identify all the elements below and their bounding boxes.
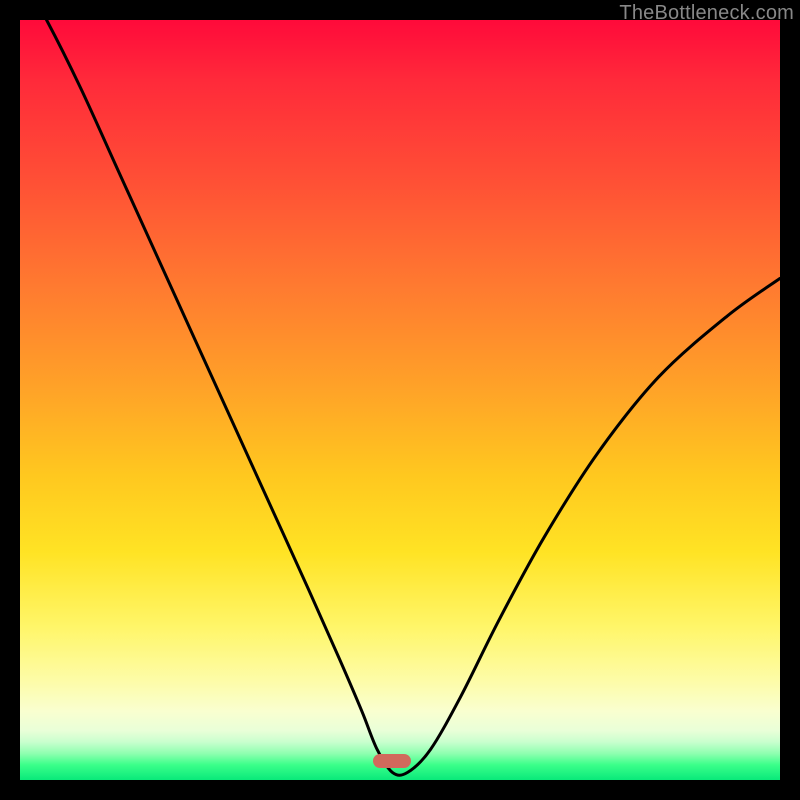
chart-stage: TheBottleneck.com (0, 0, 800, 800)
optimum-marker (373, 754, 411, 768)
plot-area (20, 20, 780, 780)
watermark-text: TheBottleneck.com (619, 2, 794, 25)
bottleneck-curve (20, 20, 780, 775)
curve-svg (20, 20, 780, 780)
